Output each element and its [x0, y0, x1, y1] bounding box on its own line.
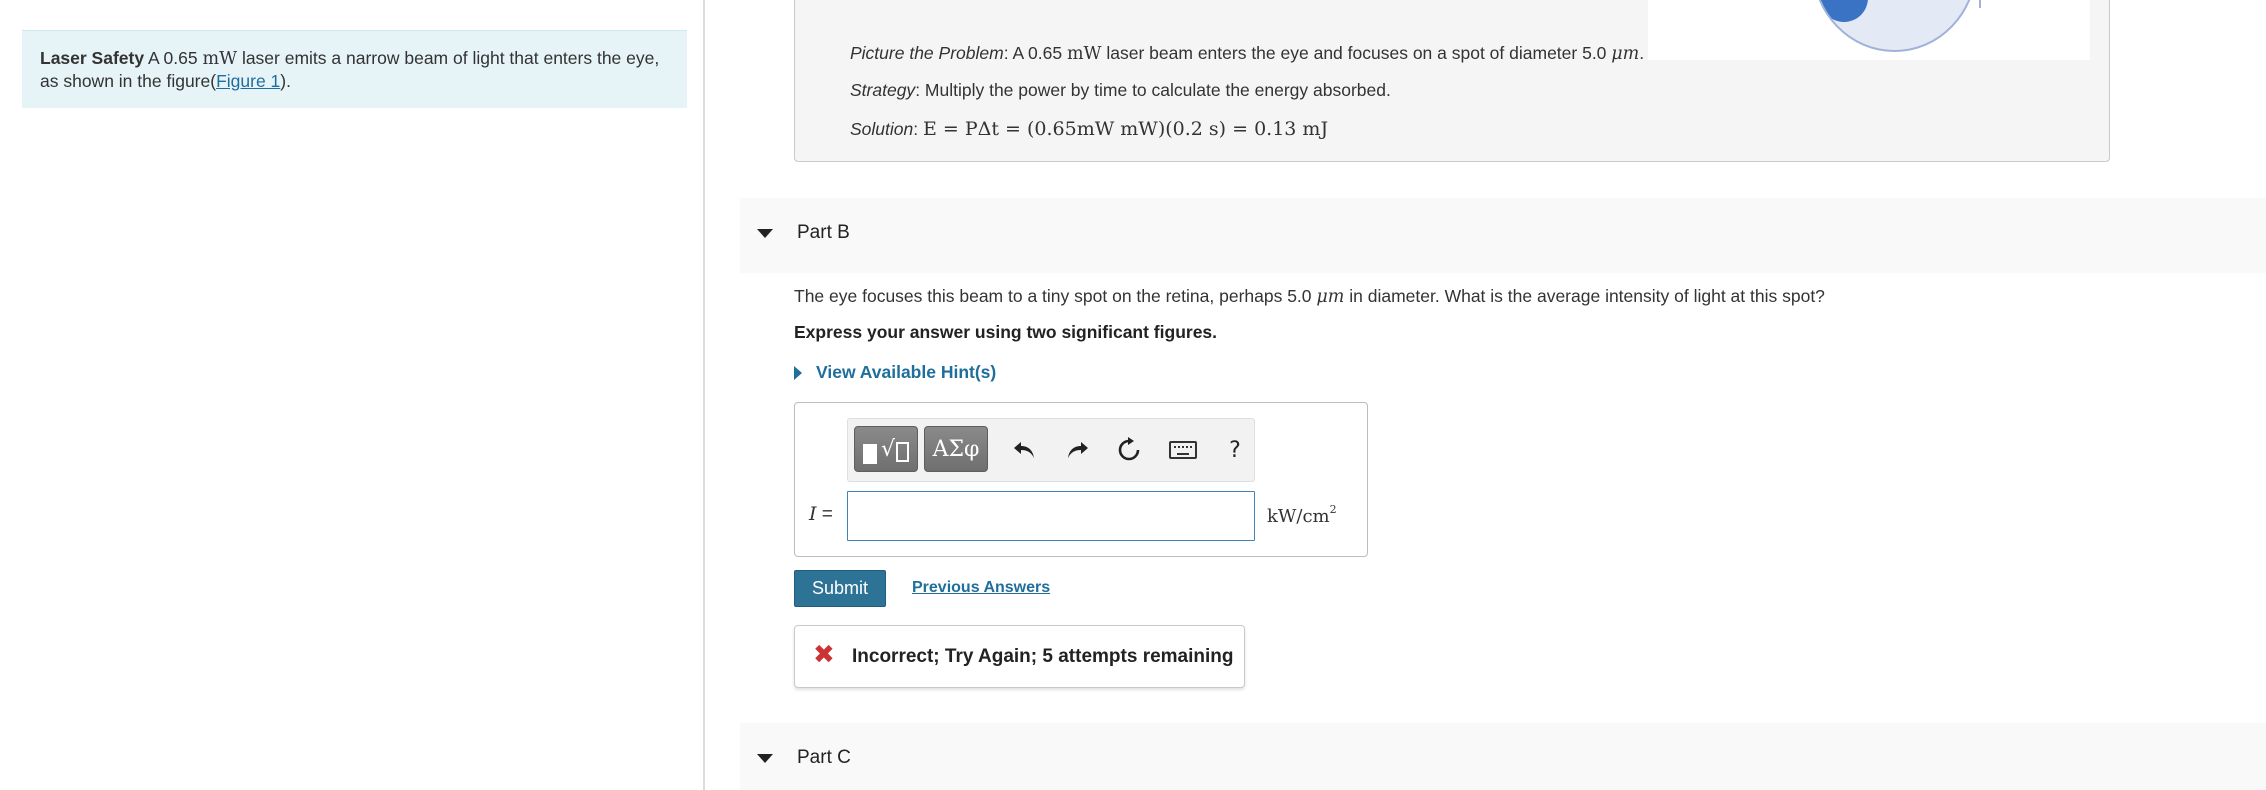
templates-button[interactable]: √: [854, 426, 918, 472]
solution-sep: :: [913, 119, 923, 139]
template-box-icon: [896, 442, 910, 462]
problem-text-end: .: [1639, 43, 1645, 63]
greek-symbols-button[interactable]: ΑΣφ: [924, 426, 988, 472]
figure-tick-mark: [1979, 0, 1981, 8]
solution-label: Solution: [850, 119, 914, 139]
feedback-message: ✖ Incorrect; Try Again; 5 attempts remai…: [794, 625, 1245, 688]
question-unit-um: μm: [1316, 287, 1345, 307]
equals-sign: =: [816, 504, 833, 525]
intro-text-3: ).: [280, 71, 291, 91]
math-toolbar: √ ΑΣφ ?: [847, 418, 1255, 482]
incorrect-x-icon: ✖: [813, 640, 835, 670]
solution-equation: E = PΔt = (0.65mW mW)(0.2 s) = 0.13 mJ: [922, 118, 1329, 140]
feedback-text: Incorrect; Try Again; 5 attempts remaini…: [852, 646, 1234, 667]
strategy-label: Strategy: [850, 80, 916, 100]
intro-text-1: A 0.65: [144, 48, 203, 68]
problem-unit-um: μm: [1611, 44, 1640, 64]
help-icon[interactable]: ?: [1218, 433, 1252, 467]
view-hints-toggle[interactable]: View Available Hint(s): [794, 362, 996, 383]
problem-title: Laser Safety: [40, 48, 145, 68]
part-b-question: The eye focuses this beam to a tiny spot…: [794, 286, 1825, 307]
part-b-title: Part B: [797, 222, 850, 243]
solution-line: Solution: E = PΔt = (0.65mW mW)(0.2 s) =…: [850, 118, 1328, 140]
template-square-icon: [862, 444, 877, 464]
picture-the-problem-label: Picture the Problem: [850, 43, 1004, 63]
question-text-1: The eye focuses this beam to a tiny spot…: [794, 286, 1317, 306]
collapse-caret-icon[interactable]: [757, 754, 773, 763]
variable-symbol: I: [809, 503, 817, 525]
previous-answers-link[interactable]: Previous Answers: [912, 579, 1050, 597]
problem-unit-mw: mW: [1066, 44, 1102, 64]
view-hints-label: View Available Hint(s): [816, 362, 997, 382]
answer-instruction: Express your answer using two significan…: [794, 322, 1218, 342]
intro-power-unit: mW: [202, 49, 238, 69]
question-text-2: in diameter. What is the average intensi…: [1344, 286, 1825, 306]
part-c-header[interactable]: Part C: [740, 723, 2266, 790]
problem-text-1: : A 0.65: [1003, 43, 1067, 63]
strategy-text: : Multiply the power by time to calculat…: [915, 80, 1391, 100]
part-b-header[interactable]: Part B: [740, 198, 2266, 273]
left-panel: Laser Safety A 0.65 mW laser emits a nar…: [0, 0, 705, 790]
figure-1-link[interactable]: Figure 1: [216, 71, 280, 91]
problem-intro: Laser Safety A 0.65 mW laser emits a nar…: [22, 30, 687, 108]
submit-button[interactable]: Submit: [794, 570, 886, 607]
caret-right-icon: [794, 365, 802, 380]
reset-icon[interactable]: [1112, 433, 1146, 467]
problem-text-2: laser beam enters the eye and focuses on…: [1101, 43, 1612, 63]
redo-icon[interactable]: [1060, 433, 1094, 467]
keyboard-icon[interactable]: [1166, 433, 1200, 467]
answer-units: kW/cm2: [1267, 503, 1337, 527]
collapse-caret-icon[interactable]: [757, 229, 773, 238]
radical-icon: √: [880, 436, 896, 462]
undo-icon[interactable]: [1008, 433, 1042, 467]
strategy-line: Strategy: Multiply the power by time to …: [850, 80, 1391, 101]
picture-the-problem-line: Picture the Problem: A 0.65 mW laser bea…: [850, 43, 1644, 64]
variable-label: I =: [809, 503, 833, 526]
part-c-title: Part C: [797, 747, 851, 768]
answer-input[interactable]: [847, 491, 1255, 541]
units-base: kW/cm: [1267, 506, 1330, 527]
units-exponent: 2: [1329, 503, 1337, 516]
answer-entry-box: √ ΑΣφ ? I = kW/cm2: [794, 402, 1368, 557]
